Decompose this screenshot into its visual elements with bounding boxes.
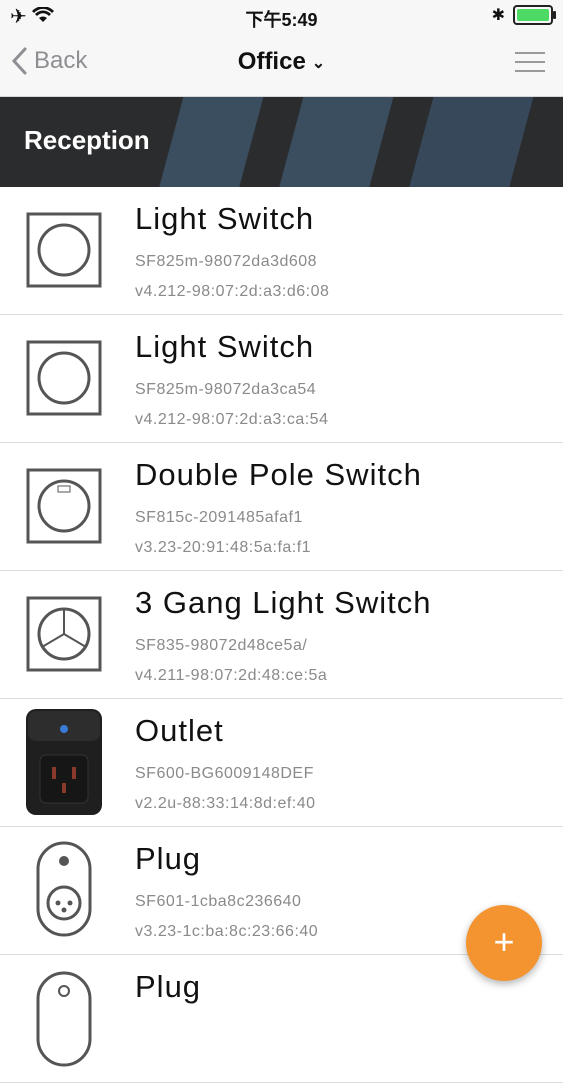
double-pole-switch-icon	[26, 468, 102, 544]
device-id: SF825m-98072da3d608	[135, 253, 318, 270]
list-item[interactable]: Outlet SF600-BG6009148DEF v2.2u-88:33:14…	[0, 699, 563, 827]
light-switch-icon	[26, 340, 102, 416]
status-right: ✱	[491, 5, 556, 25]
device-name: Double Pole Switch	[135, 457, 422, 492]
device-name: Light Switch	[135, 329, 315, 364]
section-title: Reception	[24, 125, 150, 155]
list-item[interactable]: Plug	[0, 955, 563, 1083]
device-id: SF835-98072d48ce5a/	[135, 637, 308, 654]
add-device-button[interactable]: +	[466, 905, 542, 981]
device-name: Plug	[135, 841, 202, 876]
plug-icon	[36, 841, 92, 937]
outlet-icon	[26, 709, 102, 815]
device-id: SF825m-98072da3ca54	[135, 381, 317, 398]
list-item[interactable]: 3 Gang Light Switch SF835-98072d48ce5a/ …	[0, 571, 563, 699]
nav-bar: Back Office ⌄	[0, 32, 563, 97]
location-title[interactable]: Office ⌄	[0, 48, 563, 76]
device-version: v4.211-98:07:2d:48:ce:5a	[135, 667, 328, 684]
device-version: v3.23-20:91:48:5a:fa:f1	[135, 539, 312, 556]
list-item[interactable]: Light Switch SF825m-98072da3ca54 v4.212-…	[0, 315, 563, 443]
bluetooth-icon: ✱	[491, 7, 505, 24]
list-item[interactable]: Light Switch SF825m-98072da3d608 v4.212-…	[0, 187, 563, 315]
device-version: v4.212-98:07:2d:a3:ca:54	[135, 411, 329, 428]
device-name: 3 Gang Light Switch	[135, 585, 432, 620]
list-item[interactable]: Double Pole Switch SF815c-2091485afaf1 v…	[0, 443, 563, 571]
device-name: Light Switch	[135, 201, 315, 236]
device-version: v4.212-98:07:2d:a3:d6:08	[135, 283, 330, 300]
status-time: 下午5:49	[245, 10, 318, 30]
device-id: SF600-BG6009148DEF	[135, 765, 314, 782]
hamburger-icon[interactable]	[515, 52, 545, 74]
plug-icon	[36, 971, 92, 1067]
three-gang-switch-icon	[26, 596, 102, 672]
location-title-text: Office	[237, 48, 306, 75]
light-switch-icon	[26, 212, 102, 288]
device-name: Outlet	[135, 713, 224, 748]
battery-icon	[513, 5, 556, 25]
device-id: SF601-1cba8c236640	[135, 893, 302, 910]
status-bar: ✈ ︎ 下午5:49 ✱	[0, 0, 563, 32]
device-version: v3.23-1c:ba:8c:23:66:40	[135, 923, 319, 940]
section-header: Reception	[0, 97, 563, 187]
device-version: v2.2u-88:33:14:8d:ef:40	[135, 795, 316, 812]
chevron-down-icon: ⌄	[311, 54, 326, 72]
device-id: SF815c-2091485afaf1	[135, 509, 303, 526]
